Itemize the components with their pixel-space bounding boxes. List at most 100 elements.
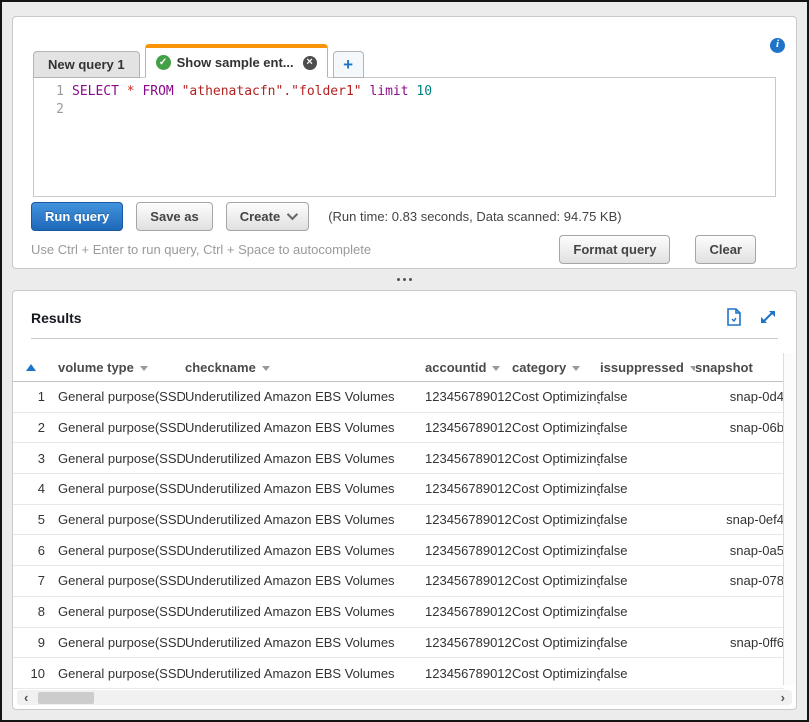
table-cell: 4 — [13, 481, 49, 496]
column-header-volume-type[interactable]: volume type — [49, 360, 185, 375]
column-header-checkname[interactable]: checkname — [185, 360, 425, 375]
scroll-left-icon[interactable]: ‹ — [24, 690, 28, 705]
table-cell: 123456789012 — [425, 543, 512, 558]
success-check-icon: ✓ — [156, 55, 171, 70]
table-cell: Cost Optimizing — [512, 451, 600, 466]
table-cell: snap-0ff6 — [695, 635, 784, 650]
sort-column-header[interactable] — [13, 364, 49, 371]
table-cell: false — [600, 481, 695, 496]
vertical-scrollbar[interactable] — [783, 353, 796, 685]
sort-asc-icon[interactable] — [26, 364, 36, 371]
table-cell: 8 — [13, 604, 49, 619]
column-label: checkname — [185, 360, 256, 375]
sql-code-line[interactable]: SELECT * FROM "athenatacfn"."folder1" li… — [72, 83, 775, 196]
column-label: volume type — [58, 360, 134, 375]
table-cell: Cost Optimizing — [512, 666, 600, 681]
column-menu-icon[interactable] — [492, 366, 500, 371]
tab-show-sample-entries[interactable]: ✓ Show sample ent... × — [145, 44, 328, 78]
table-cell: 123456789012 — [425, 573, 512, 588]
download-file-icon[interactable] — [724, 307, 744, 327]
table-cell: snap-078 — [695, 573, 784, 588]
table-cell: false — [600, 420, 695, 435]
save-as-button[interactable]: Save as — [136, 202, 212, 231]
shortcut-hint: Use Ctrl + Enter to run query, Ctrl + Sp… — [31, 242, 559, 257]
chevron-down-icon — [287, 208, 298, 219]
table-cell: 1 — [13, 389, 49, 404]
close-tab-icon[interactable]: × — [303, 56, 317, 70]
table-cell: 10 — [13, 666, 49, 681]
table-cell: Cost Optimizing — [512, 573, 600, 588]
table-cell: 123456789012 — [425, 666, 512, 681]
results-title: Results — [31, 310, 82, 326]
editor-gutter: 12 — [34, 83, 72, 196]
results-table-body: 1General purpose(SSD)Underutilized Amazo… — [13, 382, 784, 689]
table-cell: General purpose(SSD) — [49, 543, 185, 558]
table-cell: false — [600, 512, 695, 527]
table-cell: 2 — [13, 420, 49, 435]
table-cell: Underutilized Amazon EBS Volumes — [185, 604, 425, 619]
table-cell: 123456789012 — [425, 481, 512, 496]
table-cell: false — [600, 451, 695, 466]
table-cell: General purpose(SSD) — [49, 481, 185, 496]
sql-editor[interactable]: 12 SELECT * FROM "athenatacfn"."folder1"… — [33, 77, 776, 197]
table-cell: 9 — [13, 635, 49, 650]
column-label: accountid — [425, 360, 486, 375]
table-cell: 123456789012 — [425, 635, 512, 650]
column-header-issuppressed[interactable]: issuppressed — [600, 360, 695, 375]
table-cell: General purpose(SSD) — [49, 666, 185, 681]
expand-fullscreen-icon[interactable] — [758, 307, 778, 327]
table-cell: false — [600, 543, 695, 558]
table-cell: 123456789012 — [425, 389, 512, 404]
table-cell: General purpose(SSD) — [49, 604, 185, 619]
column-menu-icon[interactable] — [572, 366, 580, 371]
results-divider — [31, 338, 778, 339]
results-header: Results — [31, 306, 778, 330]
table-cell: Underutilized Amazon EBS Volumes — [185, 481, 425, 496]
horizontal-scrollbar[interactable]: ‹ › — [17, 690, 792, 705]
table-cell: Underutilized Amazon EBS Volumes — [185, 543, 425, 558]
table-cell: 7 — [13, 573, 49, 588]
create-dropdown-button[interactable]: Create — [226, 202, 309, 231]
table-cell: 3 — [13, 451, 49, 466]
scrollbar-thumb[interactable] — [38, 692, 94, 704]
table-cell: General purpose(SSD) — [49, 389, 185, 404]
table-row: 2General purpose(SSD)Underutilized Amazo… — [13, 413, 784, 444]
column-header-snapshot[interactable]: snapshot — [695, 360, 784, 375]
tab-new-query-1[interactable]: New query 1 — [33, 51, 140, 78]
info-icon[interactable]: i — [770, 38, 785, 53]
column-menu-icon[interactable] — [262, 366, 270, 371]
runtime-status: (Run time: 0.83 seconds, Data scanned: 9… — [328, 209, 621, 224]
clear-button[interactable]: Clear — [695, 235, 756, 264]
table-row: 8General purpose(SSD)Underutilized Amazo… — [13, 597, 784, 628]
column-header-category[interactable]: category — [512, 360, 600, 375]
table-cell: false — [600, 604, 695, 619]
table-cell: Underutilized Amazon EBS Volumes — [185, 666, 425, 681]
table-row: 10General purpose(SSD)Underutilized Amaz… — [13, 658, 784, 689]
table-cell: 123456789012 — [425, 420, 512, 435]
table-cell: General purpose(SSD) — [49, 573, 185, 588]
table-row: 7General purpose(SSD)Underutilized Amazo… — [13, 566, 784, 597]
table-row: 4General purpose(SSD)Underutilized Amazo… — [13, 474, 784, 505]
table-cell: Cost Optimizing — [512, 635, 600, 650]
table-cell: snap-06b — [695, 420, 784, 435]
tab-label: New query 1 — [48, 57, 125, 72]
table-cell: snap-0d4 — [695, 389, 784, 404]
new-tab-button[interactable]: + — [333, 51, 364, 78]
run-query-button[interactable]: Run query — [31, 202, 123, 231]
table-cell: 5 — [13, 512, 49, 527]
table-cell: false — [600, 635, 695, 650]
table-row: 1General purpose(SSD)Underutilized Amazo… — [13, 382, 784, 413]
column-menu-icon[interactable] — [140, 366, 148, 371]
query-tabs: New query 1 ✓ Show sample ent... × + — [33, 44, 369, 78]
results-panel: Results volume type ch — [12, 290, 797, 710]
table-cell: Cost Optimizing — [512, 604, 600, 619]
table-cell: 123456789012 — [425, 451, 512, 466]
table-cell: false — [600, 573, 695, 588]
table-cell: snap-0ef4 — [695, 512, 784, 527]
scroll-right-icon[interactable]: › — [781, 690, 785, 705]
panel-splitter[interactable] — [2, 271, 807, 287]
column-header-accountid[interactable]: accountid — [425, 360, 512, 375]
tab-label: Show sample ent... — [177, 55, 294, 70]
format-query-button[interactable]: Format query — [559, 235, 670, 264]
editor-footer: Use Ctrl + Enter to run query, Ctrl + Sp… — [31, 234, 756, 264]
